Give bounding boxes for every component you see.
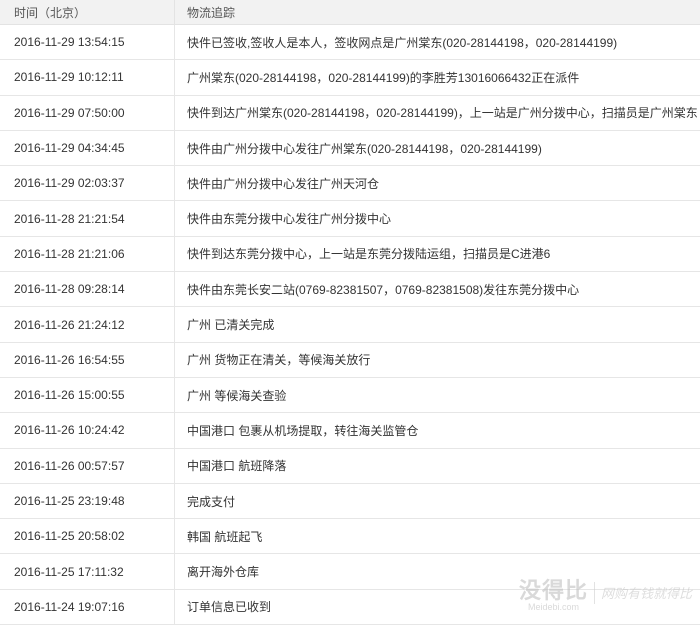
row-status: 快件到达东莞分拨中心，上一站是东莞分拨陆运组，扫描员是C进港6	[175, 236, 700, 271]
table-row: 2016-11-28 21:21:54快件由东莞分拨中心发往广州分拨中心	[0, 201, 700, 236]
row-time: 2016-11-28 21:21:06	[0, 236, 175, 271]
table-row: 2016-11-28 09:28:14快件由东莞长安二站(0769-823815…	[0, 272, 700, 307]
row-status: 完成支付	[175, 483, 700, 518]
row-time: 2016-11-29 07:50:00	[0, 95, 175, 130]
tracking-table: 时间（北京） 物流追踪 2016-11-29 13:54:15快件已签收,签收人…	[0, 0, 700, 625]
table-row: 2016-11-25 20:58:02韩国 航班起飞	[0, 519, 700, 554]
table-row: 2016-11-26 21:24:12广州 已清关完成	[0, 307, 700, 342]
table-row: 2016-11-24 19:07:16订单信息已收到	[0, 589, 700, 624]
row-status: 快件由广州分拨中心发往广州天河仓	[175, 166, 700, 201]
row-status: 中国港口 包裹从机场提取，转往海关监管仓	[175, 413, 700, 448]
row-status: 快件由东莞长安二站(0769-82381507，0769-82381508)发往…	[175, 272, 700, 307]
table-row: 2016-11-28 21:21:06快件到达东莞分拨中心，上一站是东莞分拨陆运…	[0, 236, 700, 271]
row-time: 2016-11-26 10:24:42	[0, 413, 175, 448]
row-time: 2016-11-24 19:07:16	[0, 589, 175, 624]
header-tracking: 物流追踪	[175, 0, 700, 25]
table-row: 2016-11-29 13:54:15快件已签收,签收人是本人，签收网点是广州棠…	[0, 25, 700, 60]
header-time: 时间（北京）	[0, 0, 175, 25]
row-time: 2016-11-25 20:58:02	[0, 519, 175, 554]
row-status: 快件由东莞分拨中心发往广州分拨中心	[175, 201, 700, 236]
row-time: 2016-11-26 21:24:12	[0, 307, 175, 342]
table-row: 2016-11-29 02:03:37快件由广州分拨中心发往广州天河仓	[0, 166, 700, 201]
row-status: 广州 等候海关查验	[175, 377, 700, 412]
row-status: 广州 已清关完成	[175, 307, 700, 342]
row-time: 2016-11-28 09:28:14	[0, 272, 175, 307]
table-row: 2016-11-26 10:24:42中国港口 包裹从机场提取，转往海关监管仓	[0, 413, 700, 448]
row-status: 快件由广州分拨中心发往广州棠东(020-28144198，020-2814419…	[175, 130, 700, 165]
row-time: 2016-11-29 04:34:45	[0, 130, 175, 165]
table-row: 2016-11-29 04:34:45快件由广州分拨中心发往广州棠东(020-2…	[0, 130, 700, 165]
table-header-row: 时间（北京） 物流追踪	[0, 0, 700, 25]
table-row: 2016-11-25 23:19:48完成支付	[0, 483, 700, 518]
row-time: 2016-11-26 00:57:57	[0, 448, 175, 483]
row-time: 2016-11-29 13:54:15	[0, 25, 175, 60]
table-row: 2016-11-26 00:57:57中国港口 航班降落	[0, 448, 700, 483]
row-time: 2016-11-26 15:00:55	[0, 377, 175, 412]
row-status: 订单信息已收到	[175, 589, 700, 624]
row-status: 广州 货物正在清关，等候海关放行	[175, 342, 700, 377]
row-time: 2016-11-28 21:21:54	[0, 201, 175, 236]
table-row: 2016-11-26 16:54:55广州 货物正在清关，等候海关放行	[0, 342, 700, 377]
row-status: 广州棠东(020-28144198，020-28144199)的李胜芳13016…	[175, 60, 700, 95]
row-time: 2016-11-29 10:12:11	[0, 60, 175, 95]
row-status: 中国港口 航班降落	[175, 448, 700, 483]
table-row: 2016-11-29 10:12:11广州棠东(020-28144198，020…	[0, 60, 700, 95]
table-row: 2016-11-25 17:11:32离开海外仓库	[0, 554, 700, 589]
table-row: 2016-11-29 07:50:00快件到达广州棠东(020-28144198…	[0, 95, 700, 130]
tracking-rows: 2016-11-29 13:54:15快件已签收,签收人是本人，签收网点是广州棠…	[0, 25, 700, 625]
row-time: 2016-11-29 02:03:37	[0, 166, 175, 201]
table-row: 2016-11-26 15:00:55广州 等候海关查验	[0, 377, 700, 412]
row-status: 快件到达广州棠东(020-28144198，020-28144199)，上一站是…	[175, 95, 700, 130]
row-time: 2016-11-25 23:19:48	[0, 483, 175, 518]
row-status: 离开海外仓库	[175, 554, 700, 589]
row-time: 2016-11-25 17:11:32	[0, 554, 175, 589]
row-time: 2016-11-26 16:54:55	[0, 342, 175, 377]
row-status: 快件已签收,签收人是本人，签收网点是广州棠东(020-28144198，020-…	[175, 25, 700, 60]
row-status: 韩国 航班起飞	[175, 519, 700, 554]
